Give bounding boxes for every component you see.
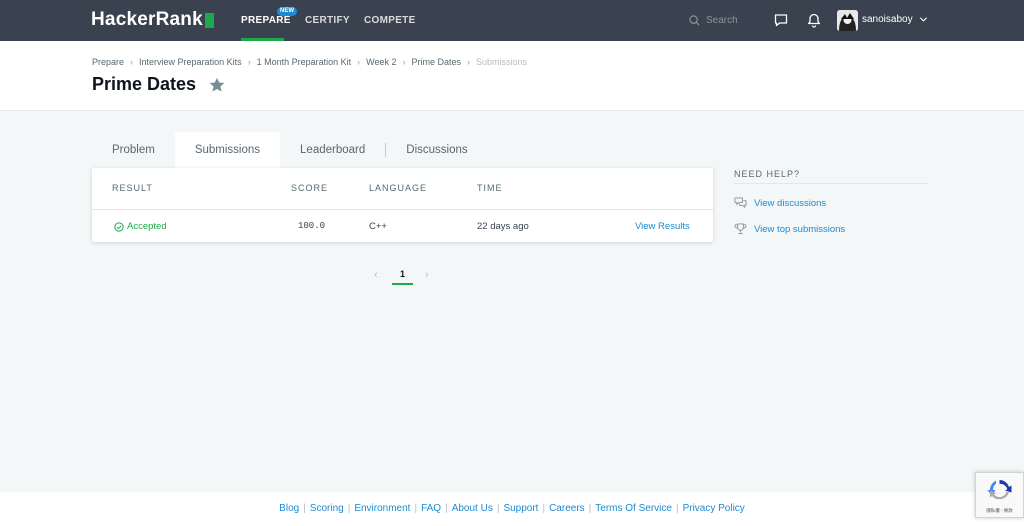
footer-link-faq[interactable]: FAQ bbox=[421, 503, 441, 514]
discussion-icon bbox=[734, 197, 747, 209]
breadcrumb: Prepare › Interview Preparation Kits › 1… bbox=[92, 57, 527, 67]
footer-links: Blog | Scoring | Environment | FAQ | About Us | Su… bbox=[0, 503, 1024, 514]
language-cell: C++ bbox=[369, 221, 387, 232]
check-circle-icon bbox=[114, 221, 124, 232]
recaptcha-icon bbox=[987, 480, 1012, 500]
submissions-table: RESULT SCORE LANGUAGE TIME Accepted 100.… bbox=[92, 168, 713, 242]
nav-compete[interactable]: COMPETE bbox=[364, 0, 416, 41]
column-header-time: TIME bbox=[477, 183, 503, 193]
chevron-right-icon: › bbox=[247, 57, 251, 67]
next-page-button[interactable]: › bbox=[425, 269, 429, 281]
breadcrumb-item[interactable]: Interview Preparation Kits bbox=[139, 57, 242, 67]
footer-link-careers[interactable]: Careers bbox=[549, 503, 585, 514]
breadcrumb-item[interactable]: Prepare bbox=[92, 57, 124, 67]
footer-separator: | bbox=[303, 503, 306, 514]
hackerrank-logo[interactable]: HackerRank bbox=[91, 9, 214, 31]
tab-leaderboard[interactable]: Leaderboard bbox=[280, 132, 385, 168]
footer-link-about-us[interactable]: About Us bbox=[452, 503, 493, 514]
bell-icon[interactable] bbox=[806, 12, 822, 28]
footer-separator: | bbox=[347, 503, 351, 514]
page-title: Prime Dates bbox=[92, 74, 197, 94]
trophy-icon bbox=[734, 223, 747, 235]
chevron-down-icon[interactable] bbox=[919, 15, 928, 24]
view-results-link[interactable]: View Results bbox=[635, 221, 690, 232]
chevron-right-icon: › bbox=[467, 57, 471, 67]
time-cell: 22 days ago bbox=[477, 221, 529, 232]
breadcrumb-item[interactable]: 1 Month Preparation Kit bbox=[257, 57, 352, 67]
nav-certify[interactable]: CERTIFY bbox=[305, 0, 350, 41]
tab-bar: Problem Submissions Leaderboard Discussi… bbox=[92, 132, 488, 168]
score-cell: 100.0 bbox=[298, 221, 326, 231]
recaptcha-badge[interactable]: 隱私權 - 條款 bbox=[975, 472, 1024, 518]
chat-icon[interactable] bbox=[773, 12, 789, 28]
footer-link-privacy[interactable]: Privacy Policy bbox=[683, 503, 745, 514]
chevron-right-icon: › bbox=[130, 57, 134, 67]
view-discussions-label: View discussions bbox=[754, 197, 827, 209]
divider bbox=[92, 209, 713, 210]
footer-link-blog[interactable]: Blog bbox=[279, 503, 299, 514]
footer-separator: | bbox=[445, 503, 448, 514]
footer-separator: | bbox=[414, 503, 418, 514]
previous-page-button[interactable]: ‹ bbox=[374, 269, 378, 281]
current-page-indicator bbox=[392, 283, 413, 285]
chevron-right-icon: › bbox=[357, 57, 361, 67]
result-status: Accepted bbox=[127, 221, 167, 232]
footer-link-terms[interactable]: Terms Of Service bbox=[595, 503, 672, 514]
footer-separator: | bbox=[588, 503, 592, 514]
search-icon bbox=[689, 14, 700, 26]
logo-text: HackerRank bbox=[91, 9, 203, 30]
logo-mark bbox=[204, 12, 214, 28]
breadcrumb-item[interactable]: Prime Dates bbox=[412, 57, 462, 67]
footer: Blog | Scoring | Environment | FAQ | About Us | Su… bbox=[0, 492, 1024, 526]
tab-discussions[interactable]: Discussions bbox=[386, 132, 487, 168]
search-box[interactable]: Search bbox=[689, 12, 738, 28]
footer-link-environment[interactable]: Environment bbox=[354, 503, 410, 514]
new-badge: NEW bbox=[277, 7, 297, 16]
breadcrumb-current: Submissions bbox=[476, 57, 528, 67]
page-header: Prepare › Interview Preparation Kits › 1… bbox=[0, 41, 1024, 111]
breadcrumb-item[interactable]: Week 2 bbox=[366, 57, 396, 67]
column-header-result: RESULT bbox=[112, 183, 153, 193]
footer-link-scoring[interactable]: Scoring bbox=[310, 503, 344, 514]
tab-submissions[interactable]: Submissions bbox=[174, 132, 281, 168]
footer-separator: | bbox=[675, 503, 679, 514]
search-placeholder: Search bbox=[706, 14, 738, 26]
star-icon[interactable] bbox=[208, 76, 226, 94]
footer-separator: | bbox=[542, 503, 546, 514]
footer-separator: | bbox=[496, 503, 500, 514]
divider bbox=[734, 183, 928, 184]
tab-problem[interactable]: Problem bbox=[92, 132, 175, 168]
top-navbar: HackerRank PREPARE NEW CERTIFY COMPETE S… bbox=[0, 0, 1024, 41]
recaptcha-terms[interactable]: 隱私權 - 條款 bbox=[976, 508, 1023, 514]
help-title: NEED HELP? bbox=[734, 169, 801, 179]
avatar[interactable] bbox=[837, 10, 858, 31]
view-top-submissions-link[interactable]: View top submissions bbox=[734, 223, 845, 235]
page-number[interactable]: 1 bbox=[400, 269, 405, 279]
footer-link-support[interactable]: Support bbox=[503, 503, 538, 514]
username[interactable]: sanoisaboy bbox=[862, 14, 913, 25]
view-top-submissions-label: View top submissions bbox=[754, 223, 846, 235]
result-cell: Accepted bbox=[114, 221, 167, 232]
view-discussions-link[interactable]: View discussions bbox=[734, 197, 826, 209]
column-header-score: SCORE bbox=[291, 183, 329, 193]
column-header-language: LANGUAGE bbox=[369, 183, 428, 193]
pagination: ‹ 1 › bbox=[372, 266, 432, 286]
chevron-right-icon: › bbox=[402, 57, 406, 67]
